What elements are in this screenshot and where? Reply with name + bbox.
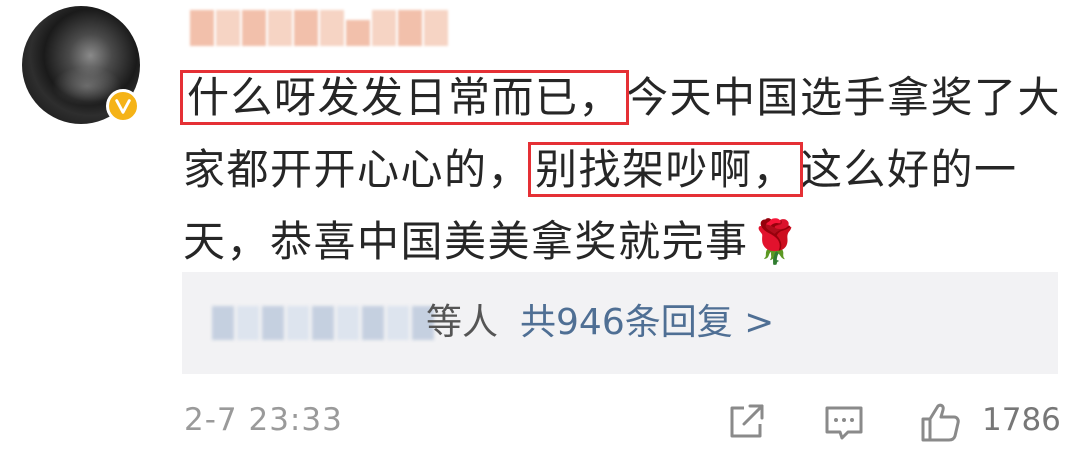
comment-line-2-end: 这么好的一	[800, 145, 1018, 194]
comment-line-3: 天，恭喜中国美美拿奖就完事🌹	[183, 206, 1063, 278]
reply-summary-bar[interactable]: 等人 共946条回复 >	[182, 272, 1058, 374]
verified-badge-icon	[106, 89, 140, 123]
thumbs-up-icon[interactable]	[918, 400, 962, 444]
comment-line-3-text: 天，恭喜中国美美拿奖就完事	[183, 217, 749, 266]
reply-count-link[interactable]: 共946条回复 >	[520, 302, 774, 343]
comment-line-2-start: 家都开开心心的，	[183, 145, 532, 194]
comment-timestamp: 2-7 23:33	[184, 402, 343, 438]
comment-line-1-rest: 今天中国选手拿奖了大	[626, 73, 1062, 122]
comment-text: 什么呀发发日常而已，今天中国选手拿奖了大 家都开开心心的，别找架吵啊，这么好的一…	[179, 62, 1063, 278]
share-icon[interactable]	[724, 400, 768, 444]
highlight-box-2: 别找架吵啊，	[528, 142, 804, 197]
reply-suffix: 等人	[426, 302, 499, 343]
highlight-box-1: 什么呀发发日常而已，	[179, 70, 630, 125]
rose-emoji: 🌹	[748, 217, 803, 266]
reply-usernames-blurred	[212, 306, 434, 340]
like-count: 1786	[982, 402, 1061, 438]
username-blurred[interactable]	[190, 10, 448, 46]
comment-line-1: 什么呀发发日常而已，今天中国选手拿奖了大	[179, 62, 1063, 134]
comment-line-2: 家都开开心心的，别找架吵啊，这么好的一	[183, 134, 1063, 206]
comment-icon[interactable]	[822, 400, 866, 444]
reply-summary-text: 等人 共946条回复 >	[426, 298, 774, 348]
